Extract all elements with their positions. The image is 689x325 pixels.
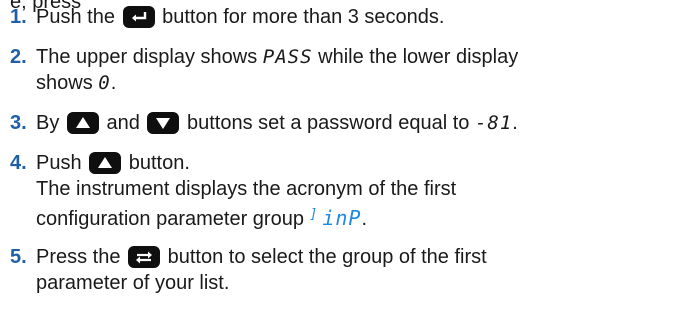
display-readout-group-text: inP (322, 206, 362, 230)
step-5: 5. Press the button to select the group o… (10, 244, 487, 296)
step-number: 5. (10, 246, 27, 268)
cycle-key-icon (128, 246, 161, 268)
step-text: and (106, 112, 140, 134)
step-number: 1. (10, 6, 27, 28)
step-text: shows (36, 72, 93, 94)
display-readout-group: ] inP (310, 206, 362, 230)
step-text: Push the (36, 6, 115, 28)
step-text: The instrument displays the acronym of t… (36, 178, 457, 200)
step-text: button. (128, 152, 190, 174)
up-arrow-key-icon (89, 152, 122, 174)
display-readout-zero: 0 (98, 72, 111, 94)
step-text: button for more than 3 seconds. (162, 6, 445, 28)
step-text: . (361, 208, 368, 230)
step-text: . (110, 72, 117, 94)
step-text: By (36, 112, 60, 134)
step-text: Press the (36, 246, 121, 268)
step-text: buttons set a password equal to (186, 112, 470, 134)
up-arrow-key-icon (66, 112, 99, 134)
step-number: 2. (10, 46, 27, 68)
display-readout-pass: PASS (262, 46, 313, 68)
step-4: 4. Push button. The instrument displays t… (10, 150, 456, 232)
display-readout-group-sup: ] (309, 207, 319, 222)
display-readout-password: -81 (474, 112, 513, 134)
step-3: 3. By and buttons set a password equal to… (10, 110, 518, 136)
step-number: 3. (10, 112, 27, 134)
step-text: button to select the group of the first (167, 246, 487, 268)
down-arrow-key-icon (147, 112, 180, 134)
step-text: configuration parameter group (36, 208, 304, 230)
step-text: Push (36, 152, 82, 174)
step-text: while the lower display (318, 46, 519, 68)
step-number: 4. (10, 152, 27, 174)
step-text: The upper display shows (36, 46, 258, 68)
step-text: parameter of your list. (36, 272, 230, 294)
step-1: 1. Push the button for more than 3 second… (10, 4, 444, 30)
step-2: 2. The upper display shows PASS while the… (10, 44, 518, 96)
step-text: . (512, 112, 518, 134)
enter-key-icon (122, 6, 155, 28)
